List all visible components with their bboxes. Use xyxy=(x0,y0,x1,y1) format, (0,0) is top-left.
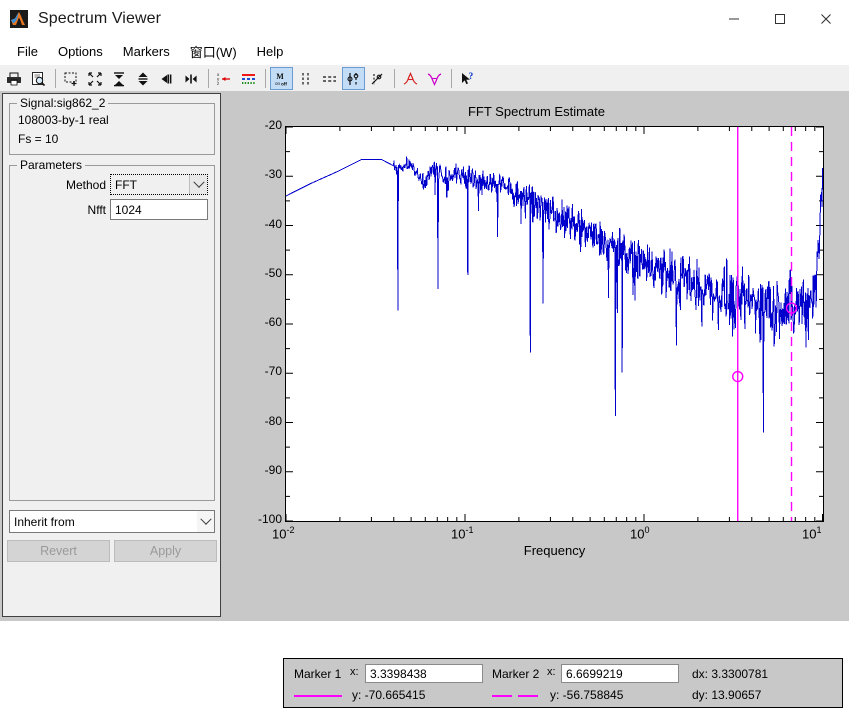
marker-horizontal-icon[interactable] xyxy=(318,67,341,90)
print-icon[interactable] xyxy=(3,67,26,90)
y-tick-label: -70 xyxy=(264,364,282,379)
chart-title: FFT Spectrum Estimate xyxy=(467,104,605,119)
close-button[interactable] xyxy=(803,0,849,38)
method-label: Method xyxy=(65,178,106,192)
y-tick-label: -20 xyxy=(264,118,282,132)
y-tick-label: -40 xyxy=(264,216,282,231)
marker1-y-value: y: -70.665415 xyxy=(352,688,426,702)
settings-panel: Signal:sig862_2 108003-by-1 real Fs = 10… xyxy=(2,93,221,617)
spectrum-plot[interactable] xyxy=(285,126,824,522)
marker1-x-label: x: xyxy=(350,666,359,678)
toolbar-separator xyxy=(394,69,395,88)
main-body: Signal:sig862_2 108003-by-1 real Fs = 10… xyxy=(0,91,849,708)
toolbar-separator xyxy=(451,69,452,88)
nfft-input[interactable]: 1024 xyxy=(110,199,208,220)
signal-group: Signal:sig862_2 108003-by-1 real Fs = 10 xyxy=(9,96,215,155)
x-tick-label: 10-2 xyxy=(272,525,295,542)
line-style-icon[interactable] xyxy=(237,67,260,90)
zoom-vertical-in-icon[interactable] xyxy=(108,67,131,90)
zoom-vertical-out-icon[interactable] xyxy=(132,67,155,90)
nfft-label: Nfft xyxy=(87,203,106,217)
x-axis-title: Frequency xyxy=(523,543,586,558)
menu-markers[interactable]: Markers xyxy=(114,41,179,62)
marker-slope-icon[interactable] xyxy=(366,67,389,90)
marker2-y-value: y: -56.758845 xyxy=(550,688,624,702)
marker-dx-value: dx: 3.3300781 xyxy=(692,667,769,681)
print-preview-icon[interactable] xyxy=(27,67,50,90)
chevron-down-icon[interactable] xyxy=(197,511,214,532)
y-tick-label: -60 xyxy=(264,315,282,329)
zoom-horizontal-out-icon[interactable] xyxy=(180,67,203,90)
y-tick-label: -80 xyxy=(264,413,282,428)
menu-help[interactable]: Help xyxy=(248,41,293,62)
menubar: File Options Markers 窗口(W) Help xyxy=(0,39,849,65)
marker-panel: Marker 1 x: 3.3398438 y: -70.665415 Mark… xyxy=(283,658,843,708)
marker2-color-swatch xyxy=(492,695,512,697)
context-help-icon[interactable]: ? xyxy=(456,67,479,90)
apply-button[interactable]: Apply xyxy=(114,540,217,562)
x-tick-label: 100 xyxy=(630,525,650,542)
svg-text:M: M xyxy=(276,72,284,81)
menu-window[interactable]: 窗口(W) xyxy=(181,39,246,64)
y-tick-label: -30 xyxy=(264,167,282,182)
zoom-horizontal-in-icon[interactable] xyxy=(156,67,179,90)
window-titlebar: Spectrum Viewer xyxy=(0,0,849,39)
parameters-group: Parameters Method FFT Nfft 1024 xyxy=(9,158,215,501)
marker2-color-swatch-dash xyxy=(518,695,538,697)
chevron-down-icon[interactable] xyxy=(189,175,207,194)
y-axis-labels: -20 -30 -40 -50 -60 -70 -80 -90 -100 xyxy=(236,118,282,526)
svg-text:z: z xyxy=(217,81,220,86)
toolbar: x y z M on off ? xyxy=(0,65,849,93)
revert-button[interactable]: Revert xyxy=(7,540,110,562)
x-tick-label: 101 xyxy=(802,525,822,542)
window-controls xyxy=(711,0,849,38)
markers-on-off-icon[interactable]: M on off xyxy=(270,67,293,90)
toolbar-separator xyxy=(265,69,266,88)
toolbar-separator xyxy=(55,69,56,88)
valley-finder-icon[interactable] xyxy=(423,67,446,90)
matlab-logo-icon xyxy=(10,10,28,28)
svg-text:?: ? xyxy=(469,72,474,82)
marker2-x-label: x: xyxy=(547,666,556,678)
y-tick-label: -90 xyxy=(264,462,282,477)
signal-dimensions: 108003-by-1 real xyxy=(18,113,109,127)
svg-text:off: off xyxy=(281,81,287,86)
inherit-from-value: Inherit from xyxy=(14,514,75,529)
signal-sample-rate: Fs = 10 xyxy=(18,132,59,146)
marker1-color-swatch xyxy=(294,695,342,697)
y-tick-label: -100 xyxy=(257,512,282,526)
marker-dy-value: dy: 13.90657 xyxy=(692,688,762,702)
peak-finder-icon[interactable] xyxy=(399,67,422,90)
signal-group-title: Signal:sig862_2 xyxy=(17,96,109,110)
svg-text:on: on xyxy=(275,81,281,86)
menu-file[interactable]: File xyxy=(8,41,47,62)
menu-options[interactable]: Options xyxy=(49,41,112,62)
marker1-label: Marker 1 xyxy=(294,667,342,681)
spectrum-svg xyxy=(286,127,823,521)
marker2-label: Marker 2 xyxy=(492,667,540,681)
marker1-x-input[interactable]: 3.3398438 xyxy=(365,664,483,683)
inherit-from-dropdown[interactable]: Inherit from xyxy=(9,510,215,533)
axis-labels-icon[interactable]: x y z xyxy=(213,67,236,90)
maximize-button[interactable] xyxy=(757,0,803,38)
marker-vertical-icon[interactable] xyxy=(294,67,317,90)
y-tick-label: -50 xyxy=(264,265,282,280)
method-dropdown[interactable]: FFT xyxy=(110,174,208,195)
method-value: FFT xyxy=(111,177,189,192)
minimize-button[interactable] xyxy=(711,0,757,38)
window-title: Spectrum Viewer xyxy=(38,10,162,27)
plot-region: FFT Spectrum Estimate -20 -30 -40 -50 -60 -70… xyxy=(224,91,849,621)
toolbar-separator xyxy=(208,69,209,88)
marker2-x-input[interactable]: 6.6699219 xyxy=(561,664,679,683)
zoom-out-full-icon[interactable] xyxy=(84,67,107,90)
zoom-in-region-icon[interactable] xyxy=(60,67,83,90)
parameters-group-title: Parameters xyxy=(17,158,86,172)
x-tick-label: 10-1 xyxy=(451,525,474,542)
marker-track-icon[interactable] xyxy=(342,67,365,90)
